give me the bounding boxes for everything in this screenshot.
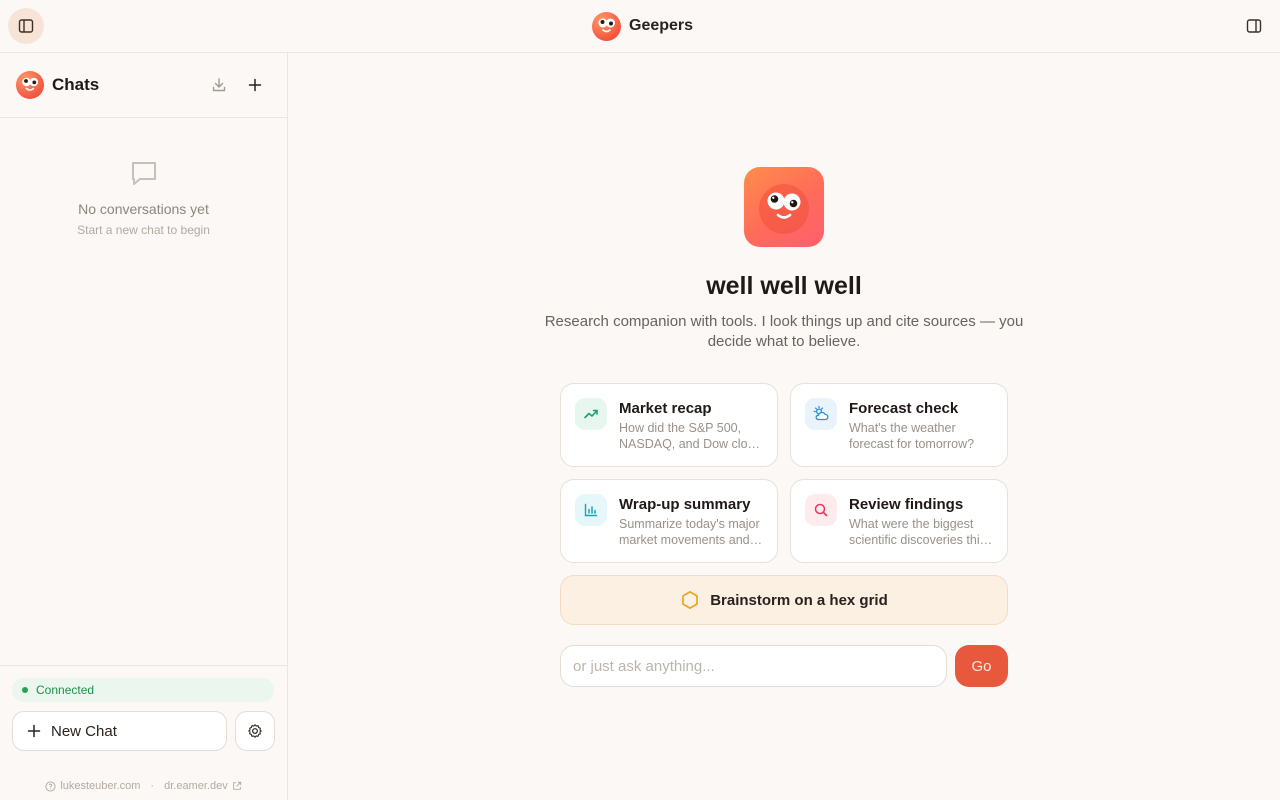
hexagon-icon <box>682 591 699 609</box>
footer-separator: · <box>150 780 155 792</box>
sidebar-toggle-button[interactable] <box>8 8 44 44</box>
card-title: Market recap <box>619 400 712 417</box>
geepers-logo-icon <box>16 71 44 99</box>
plus-icon <box>248 78 262 92</box>
ask-input[interactable] <box>560 645 947 687</box>
geepers-face-icon <box>759 184 809 234</box>
card-description: What were the biggest scientific discove… <box>849 517 986 547</box>
app-title: Geepers <box>629 17 694 34</box>
card-icon-wrap <box>805 398 837 430</box>
footer-link-dreamer[interactable]: dr.eamer.dev <box>164 780 242 792</box>
new-chat-label: New Chat <box>51 722 117 740</box>
right-panel-toggle-button[interactable] <box>1240 12 1268 40</box>
chat-bubble-icon <box>131 162 156 185</box>
card-icon-wrap <box>805 494 837 526</box>
hero-title: well well well <box>706 272 862 300</box>
external-link-icon <box>232 781 241 790</box>
sidebar: Chats No conversations yet Start a new c… <box>0 53 288 800</box>
sidebar-title: Chats <box>52 75 100 94</box>
footer-link-label: dr.eamer.dev <box>164 780 228 792</box>
suggestion-card-forecast-check[interactable]: Forecast check What's the weather foreca… <box>790 383 1008 467</box>
footer-links: lukesteuber.com · dr.eamer.dev <box>0 780 287 792</box>
new-chat-button[interactable]: New Chat <box>12 711 227 751</box>
status-label: Connected <box>36 683 95 697</box>
status-dot <box>22 687 28 693</box>
card-title: Forecast check <box>849 400 959 417</box>
brainstorm-label: Brainstorm on a hex grid <box>710 591 888 609</box>
empty-state-title: No conversations yet <box>78 201 209 217</box>
card-icon-wrap <box>575 494 607 526</box>
card-title: Wrap-up summary <box>619 496 751 513</box>
card-title: Review findings <box>849 496 964 513</box>
cloud-sun-icon <box>813 405 829 421</box>
trending-up-icon <box>584 409 598 419</box>
empty-state: No conversations yet Start a new chat to… <box>0 157 287 237</box>
card-description: Summarize today's major market movements… <box>619 517 760 547</box>
bar-chart-icon <box>584 503 598 517</box>
download-icon <box>212 78 226 92</box>
search-icon <box>814 503 828 517</box>
help-circle-icon <box>45 780 56 792</box>
top-bar: Geepers <box>0 0 1280 53</box>
gear-icon <box>248 724 262 738</box>
footer-link-lukesteuber[interactable]: lukesteuber.com <box>45 780 140 792</box>
sidebar-footer: Connected New Chat lukesteuber.com · dr.… <box>0 665 287 800</box>
hero-logo <box>744 167 824 247</box>
card-description: How did the S&P 500, NASDAQ, and Dow clo… <box>619 421 761 451</box>
geepers-logo-icon <box>592 11 621 41</box>
add-chat-button[interactable] <box>243 73 267 97</box>
hero-subtitle: Research companion with tools. I look th… <box>544 313 1024 350</box>
settings-button[interactable] <box>235 711 275 751</box>
go-button[interactable]: Go <box>955 645 1008 687</box>
card-icon-wrap <box>575 398 607 430</box>
connection-status-badge: Connected <box>12 678 274 702</box>
sidebar-right-icon <box>1246 19 1262 33</box>
card-description: What's the weather forecast for tomorrow… <box>849 421 975 451</box>
export-chats-button[interactable] <box>207 73 231 97</box>
brainstorm-hex-grid-button[interactable]: Brainstorm on a hex grid <box>560 575 1008 625</box>
sidebar-header: Chats <box>0 53 287 118</box>
brand: Geepers <box>592 11 694 41</box>
sidebar-left-icon <box>18 19 34 33</box>
empty-state-subtitle: Start a new chat to begin <box>77 223 210 237</box>
suggestion-card-wrap-up-summary[interactable]: Wrap-up summary Summarize today's major … <box>560 479 778 563</box>
footer-link-label: lukesteuber.com <box>60 780 141 792</box>
suggestion-card-review-findings[interactable]: Review findings What were the biggest sc… <box>790 479 1008 563</box>
suggestion-card-market-recap[interactable]: Market recap How did the S&P 500, NASDAQ… <box>560 383 778 467</box>
plus-icon <box>27 724 41 738</box>
